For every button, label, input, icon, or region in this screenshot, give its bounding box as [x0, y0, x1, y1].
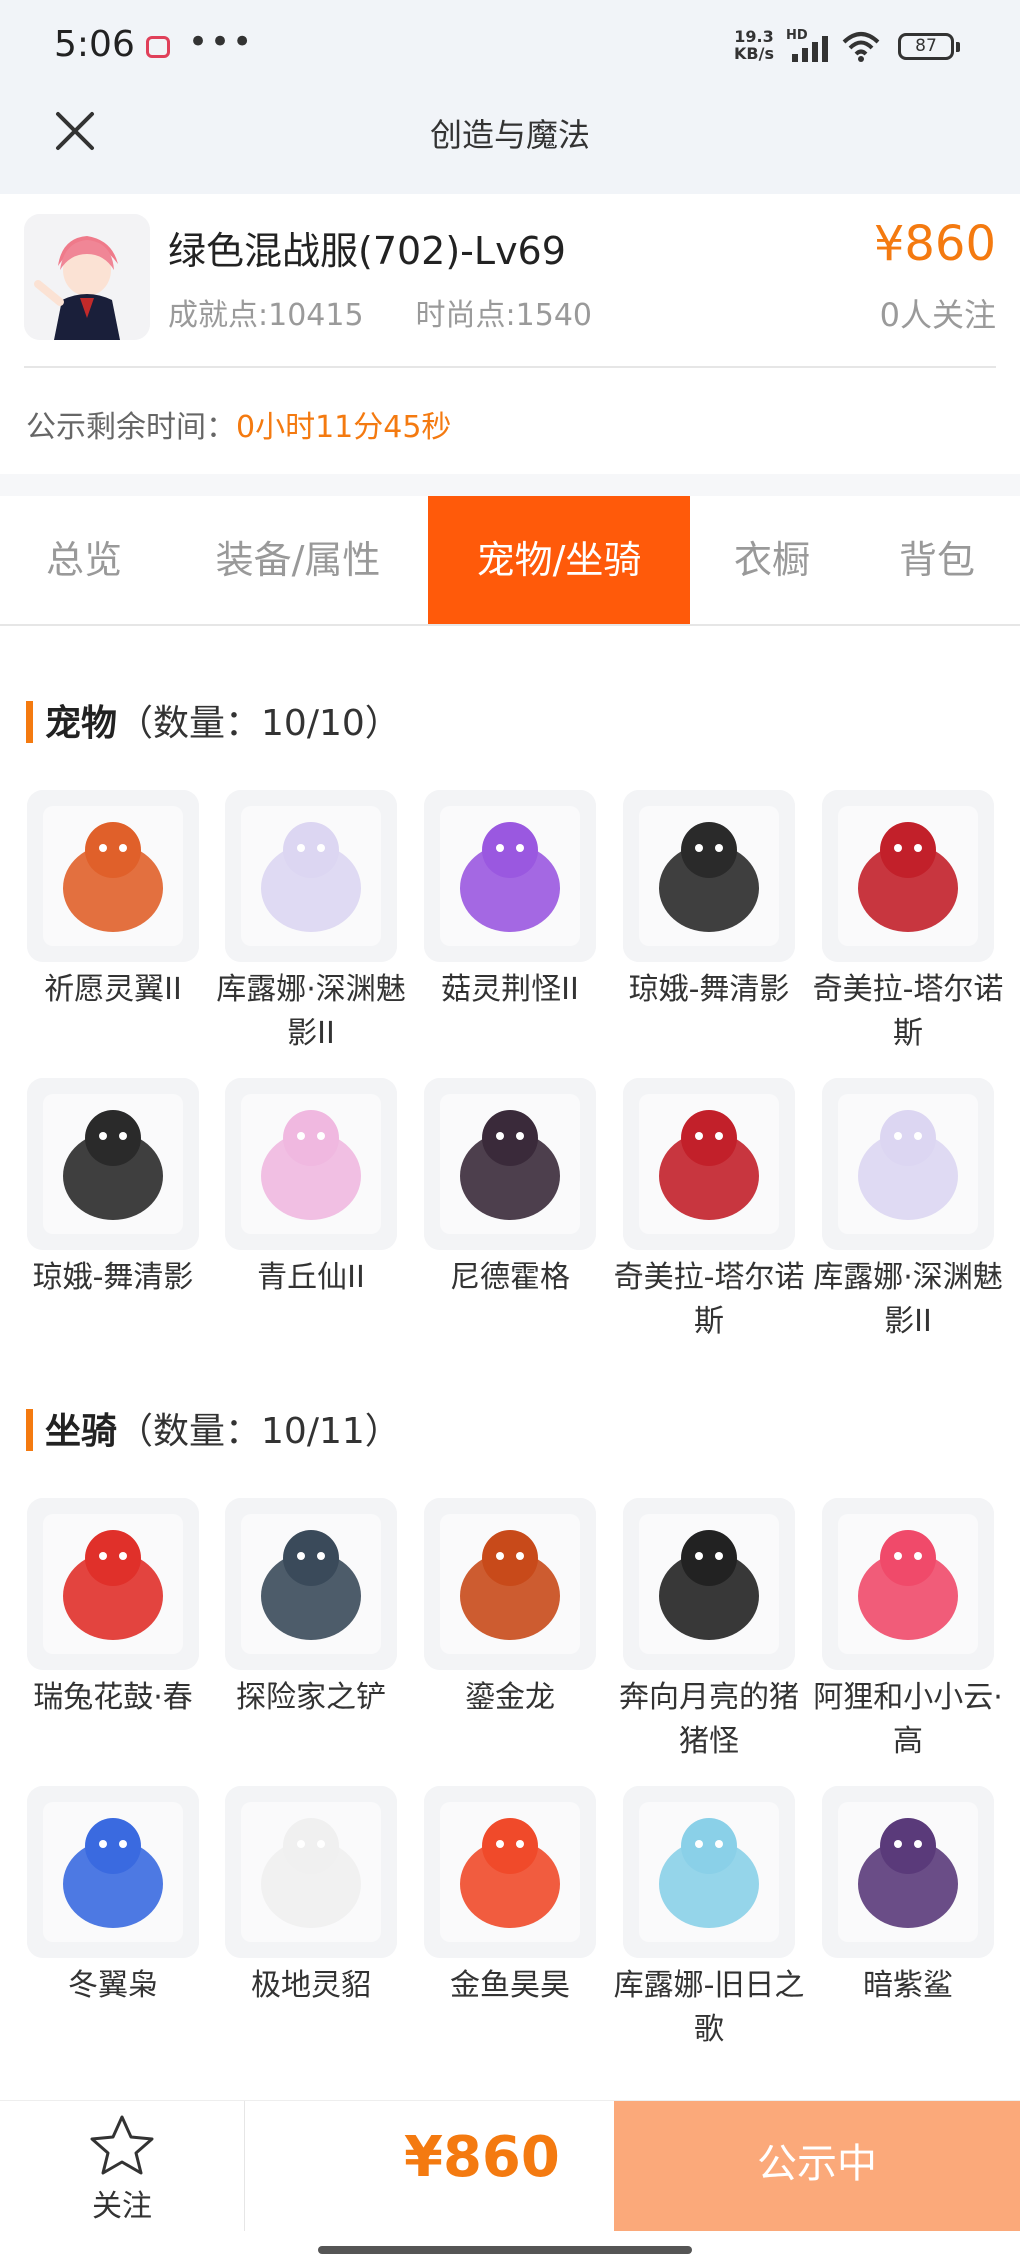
- kuluna-song-mount-icon[interactable]: [623, 1786, 795, 1958]
- mushroom-spirit-pet-icon[interactable]: [424, 790, 596, 962]
- kuluna-abyss-pet-icon[interactable]: [225, 790, 397, 962]
- divider: [24, 366, 996, 368]
- battery-icon: 87: [898, 33, 960, 60]
- item-label: 金鱼昊昊: [450, 1968, 570, 2003]
- product-price: ¥860: [873, 216, 996, 272]
- status-bar: 5:06 ••• 19.3 KB/s HD 87: [0, 0, 1020, 90]
- qionge-dancer-pet-icon[interactable]: [27, 1078, 199, 1250]
- fashion-points: 时尚点:1540: [415, 298, 593, 333]
- remaining-time: 公示剩余时间：0小时11分45秒: [26, 402, 451, 446]
- more-notifications-icon: •••: [188, 22, 255, 62]
- chimera-pet-icon[interactable]: [623, 1078, 795, 1250]
- section-marker: [26, 1409, 33, 1451]
- tab-backpack[interactable]: 背包: [854, 496, 1020, 624]
- dark-dragon-pet-icon[interactable]: [424, 1078, 596, 1250]
- app-notification-icon: [146, 36, 170, 58]
- polar-mink-mount-icon[interactable]: [225, 1786, 397, 1958]
- tab-wardrobe[interactable]: 衣橱: [690, 496, 854, 624]
- item-label: 瑞兔花鼓·春: [33, 1680, 193, 1715]
- item-label: 奇美拉-塔尔诺斯: [812, 972, 1004, 1051]
- network-speed-unit: KB/s: [734, 44, 774, 63]
- moon-pig-mount-icon[interactable]: [623, 1498, 795, 1670]
- wifi-icon: [842, 32, 880, 62]
- network-speed: 19.3 KB/s: [734, 28, 774, 62]
- item-label: 菇灵荆怪II: [441, 972, 579, 1007]
- winter-owl-mount-icon[interactable]: [27, 1786, 199, 1958]
- publicity-status-button[interactable]: 公示中: [614, 2101, 1020, 2231]
- section-gap: [0, 474, 1020, 496]
- item-label: 尼德霍格: [450, 1260, 570, 1295]
- fox-fairy-pet-icon[interactable]: [225, 1078, 397, 1250]
- gilded-dragon-mount-icon[interactable]: [424, 1498, 596, 1670]
- pets-count: （数量：10/10）: [117, 703, 401, 744]
- tab-bar: 总览 装备/属性 宠物/坐骑 衣橱 背包: [0, 496, 1020, 626]
- item-label: 琼娥-舞清影: [628, 972, 790, 1007]
- bottom-price: ¥860: [404, 2125, 560, 2190]
- character-avatar: [24, 214, 150, 340]
- achievement-points: 成就点:10415: [168, 298, 364, 333]
- item-label: 探险家之铲: [236, 1680, 386, 1715]
- star-icon: [90, 2115, 154, 2175]
- item-label: 青丘仙II: [257, 1260, 365, 1295]
- item-label: 冬翼枭: [68, 1968, 158, 2003]
- section-marker: [26, 701, 33, 743]
- page-title: 创造与魔法: [429, 116, 590, 154]
- product-info: 绿色混战服(702)-Lv69 成就点:10415 时尚点:1540 ¥860 0…: [0, 194, 1020, 474]
- tab-pets-mounts[interactable]: 宠物/坐骑: [428, 496, 690, 624]
- divider: [244, 2101, 245, 2231]
- pets-section-title: 宠物（数量：10/10）: [26, 694, 401, 746]
- ali-cloud-mount-icon[interactable]: [822, 1498, 994, 1670]
- network-speed-value: 19.3: [734, 27, 774, 46]
- follower-count: 0人关注: [879, 296, 996, 334]
- mounts-title: 坐骑: [45, 1411, 118, 1452]
- mounts-section-title: 坐骑（数量：10/11）: [26, 1402, 401, 1454]
- goldfish-mount-icon[interactable]: [424, 1786, 596, 1958]
- item-label: 鎏金龙: [465, 1680, 555, 1715]
- product-stats: 成就点:10415 时尚点:1540: [168, 290, 644, 334]
- item-label: 阿狸和小小云·高: [813, 1680, 1003, 1759]
- item-label: 奔向月亮的猪猪怪: [619, 1680, 799, 1759]
- signal-icon: [792, 36, 828, 62]
- home-indicator[interactable]: [318, 2246, 692, 2254]
- pets-title: 宠物: [45, 703, 118, 744]
- remaining-time-value: 0小时11分45秒: [236, 410, 452, 445]
- tab-overview[interactable]: 总览: [0, 496, 168, 624]
- follow-button[interactable]: 关注: [72, 2111, 172, 2224]
- mounts-count: （数量：10/11）: [117, 1411, 401, 1452]
- product-name: 绿色混战服(702)-Lv69: [168, 229, 566, 273]
- follow-label: 关注: [92, 2189, 152, 2224]
- rabbit-drum-mount-icon[interactable]: [27, 1498, 199, 1670]
- item-label: 库露娜·深渊魅影II: [813, 1260, 1003, 1339]
- item-label: 祈愿灵翼II: [44, 972, 182, 1007]
- item-label: 奇美拉-塔尔诺斯: [613, 1260, 805, 1339]
- item-label: 极地灵貂: [251, 1968, 371, 2003]
- griffin-pet-icon[interactable]: [27, 790, 199, 962]
- remaining-time-label: 公示剩余时间：: [26, 410, 236, 445]
- nav-bar: 创造与魔法: [0, 90, 1020, 194]
- item-label: 琼娥-舞清影: [32, 1260, 194, 1295]
- kuluna-abyss-pet-icon[interactable]: [822, 1078, 994, 1250]
- bottom-bar: 关注 ¥860 公示中: [0, 2100, 1020, 2231]
- item-label: 暗紫鲨: [863, 1968, 953, 2003]
- tab-equipment[interactable]: 装备/属性: [168, 496, 428, 624]
- status-time: 5:06: [54, 24, 135, 65]
- chimera-pet-icon[interactable]: [822, 790, 994, 962]
- item-label: 库露娜·深渊魅影II: [216, 972, 406, 1051]
- qionge-dancer-pet-icon[interactable]: [623, 790, 795, 962]
- purple-shark-mount-icon[interactable]: [822, 1786, 994, 1958]
- item-label: 库露娜-旧日之歌: [613, 1968, 805, 2047]
- shovel-mount-icon[interactable]: [225, 1498, 397, 1670]
